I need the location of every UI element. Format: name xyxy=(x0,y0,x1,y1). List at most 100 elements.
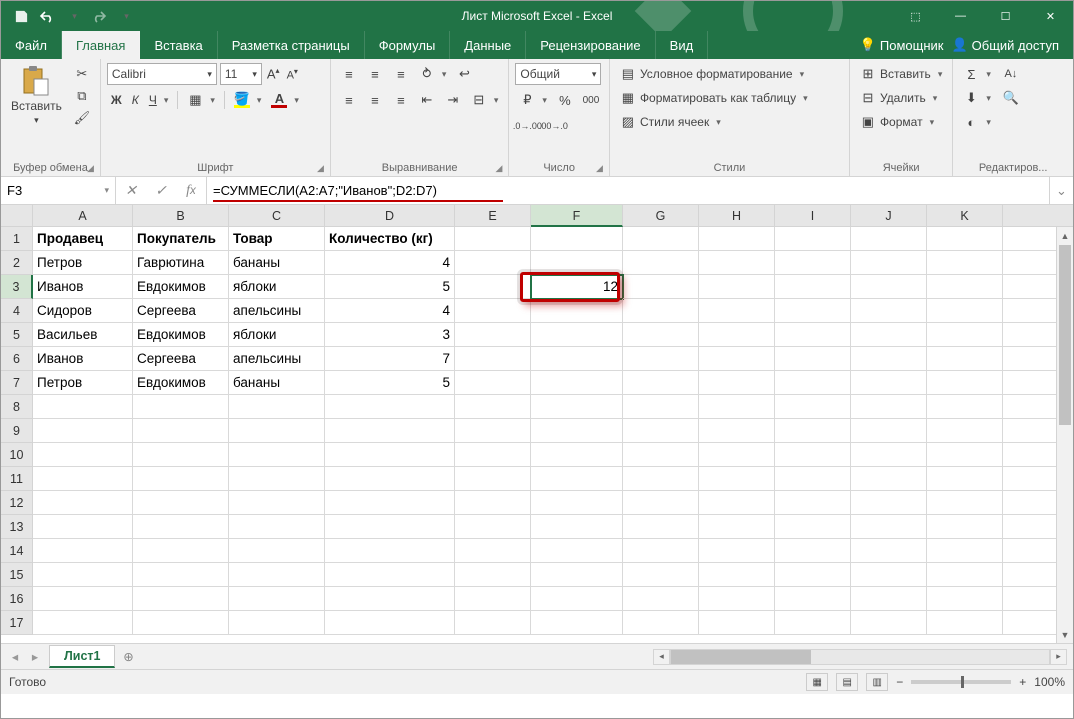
format-cells-button[interactable]: ▣Формат xyxy=(856,111,946,133)
tab-home[interactable]: Главная xyxy=(62,31,140,59)
cell-J14[interactable] xyxy=(851,539,927,563)
cell-B2[interactable]: Гаврютина xyxy=(133,251,229,275)
cell-J1[interactable] xyxy=(851,227,927,251)
col-header-C[interactable]: C xyxy=(229,205,325,227)
cell-B17[interactable] xyxy=(133,611,229,635)
tab-data[interactable]: Данные xyxy=(450,31,526,59)
cell-D12[interactable] xyxy=(325,491,455,515)
tab-review[interactable]: Рецензирование xyxy=(526,31,655,59)
cell-E3[interactable] xyxy=(455,275,531,299)
cell-H10[interactable] xyxy=(699,443,775,467)
cell-J16[interactable] xyxy=(851,587,927,611)
sheet-tab[interactable]: Лист1 xyxy=(49,645,115,668)
cell-I15[interactable] xyxy=(775,563,851,587)
ribbon-options-icon[interactable]: ⬚ xyxy=(893,1,938,31)
cell-C7[interactable]: бананы xyxy=(229,371,325,395)
scroll-down-icon[interactable]: ▼ xyxy=(1057,626,1073,643)
col-header-D[interactable]: D xyxy=(325,205,455,227)
cell-B10[interactable] xyxy=(133,443,229,467)
cell-D2[interactable]: 4 xyxy=(325,251,455,275)
sheet-nav-first[interactable]: ◂ xyxy=(5,649,25,664)
cell-B6[interactable]: Сергеева xyxy=(133,347,229,371)
cell-H5[interactable] xyxy=(699,323,775,347)
cell-K6[interactable] xyxy=(927,347,1003,371)
cell-D3[interactable]: 5 xyxy=(325,275,455,299)
page-layout-button[interactable]: ▤ xyxy=(836,673,858,691)
number-format-combo[interactable]: Общий▾ xyxy=(515,63,601,85)
cell-I17[interactable] xyxy=(775,611,851,635)
cell-E10[interactable] xyxy=(455,443,531,467)
cell-J9[interactable] xyxy=(851,419,927,443)
cell-G1[interactable] xyxy=(623,227,699,251)
cell-B11[interactable] xyxy=(133,467,229,491)
orientation-button[interactable]: ⥁ xyxy=(415,63,451,85)
col-header-K[interactable]: K xyxy=(927,205,1003,227)
launcher-icon[interactable]: ◢ xyxy=(596,163,603,174)
cell-C5[interactable]: яблоки xyxy=(229,323,325,347)
cell-E4[interactable] xyxy=(455,299,531,323)
row-header-6[interactable]: 6 xyxy=(1,347,33,371)
cell-E11[interactable] xyxy=(455,467,531,491)
row-header-7[interactable]: 7 xyxy=(1,371,33,395)
col-header-J[interactable]: J xyxy=(851,205,927,227)
row-header-12[interactable]: 12 xyxy=(1,491,33,515)
cell-F14[interactable] xyxy=(531,539,623,563)
cell-C2[interactable]: бананы xyxy=(229,251,325,275)
cell-F4[interactable] xyxy=(531,299,623,323)
cell-K14[interactable] xyxy=(927,539,1003,563)
cell-D5[interactable]: 3 xyxy=(325,323,455,347)
cell-C1[interactable]: Товар xyxy=(229,227,325,251)
cell-I14[interactable] xyxy=(775,539,851,563)
cell-G14[interactable] xyxy=(623,539,699,563)
cell-F13[interactable] xyxy=(531,515,623,539)
cell-F2[interactable] xyxy=(531,251,623,275)
row-header-14[interactable]: 14 xyxy=(1,539,33,563)
cancel-formula-button[interactable]: ✕ xyxy=(116,182,146,199)
fill-button[interactable]: ⬇ xyxy=(959,87,995,109)
cell-H9[interactable] xyxy=(699,419,775,443)
tab-file[interactable]: Файл xyxy=(1,31,62,59)
inc-decimal-button[interactable]: .0→.00 xyxy=(515,115,539,137)
cell-I1[interactable] xyxy=(775,227,851,251)
cell-C8[interactable] xyxy=(229,395,325,419)
cell-F3[interactable]: 12 xyxy=(531,275,623,299)
cell-B12[interactable] xyxy=(133,491,229,515)
cell-A4[interactable]: Сидоров xyxy=(33,299,133,323)
col-header-extra[interactable] xyxy=(1003,205,1073,227)
underline-button[interactable]: Ч xyxy=(145,89,173,111)
cell-H12[interactable] xyxy=(699,491,775,515)
cell-G7[interactable] xyxy=(623,371,699,395)
cell-G11[interactable] xyxy=(623,467,699,491)
cell-I6[interactable] xyxy=(775,347,851,371)
cell-E7[interactable] xyxy=(455,371,531,395)
tab-view[interactable]: Вид xyxy=(656,31,709,59)
cell-C14[interactable] xyxy=(229,539,325,563)
save-icon[interactable] xyxy=(9,4,33,28)
scroll-thumb[interactable] xyxy=(1059,245,1071,425)
cell-K3[interactable] xyxy=(927,275,1003,299)
cell-F15[interactable] xyxy=(531,563,623,587)
cell-D6[interactable]: 7 xyxy=(325,347,455,371)
cell-J8[interactable] xyxy=(851,395,927,419)
cell-G5[interactable] xyxy=(623,323,699,347)
cell-F7[interactable] xyxy=(531,371,623,395)
sort-filter-button[interactable]: A↓ xyxy=(999,63,1023,85)
cell-B8[interactable] xyxy=(133,395,229,419)
indent-inc-button[interactable]: ⇥ xyxy=(441,89,465,111)
find-select-button[interactable]: 🔍 xyxy=(999,87,1023,109)
cell-K1[interactable] xyxy=(927,227,1003,251)
row-header-9[interactable]: 9 xyxy=(1,419,33,443)
cell-G12[interactable] xyxy=(623,491,699,515)
cell-I8[interactable] xyxy=(775,395,851,419)
wrap-text-button[interactable]: ↩ xyxy=(452,63,476,85)
cell-C15[interactable] xyxy=(229,563,325,587)
cell-F10[interactable] xyxy=(531,443,623,467)
cell-G6[interactable] xyxy=(623,347,699,371)
cell-J12[interactable] xyxy=(851,491,927,515)
cell-I3[interactable] xyxy=(775,275,851,299)
cell-J5[interactable] xyxy=(851,323,927,347)
cell-K17[interactable] xyxy=(927,611,1003,635)
cell-I4[interactable] xyxy=(775,299,851,323)
cell-F12[interactable] xyxy=(531,491,623,515)
format-as-table-button[interactable]: ▦Форматировать как таблицу xyxy=(616,87,812,109)
